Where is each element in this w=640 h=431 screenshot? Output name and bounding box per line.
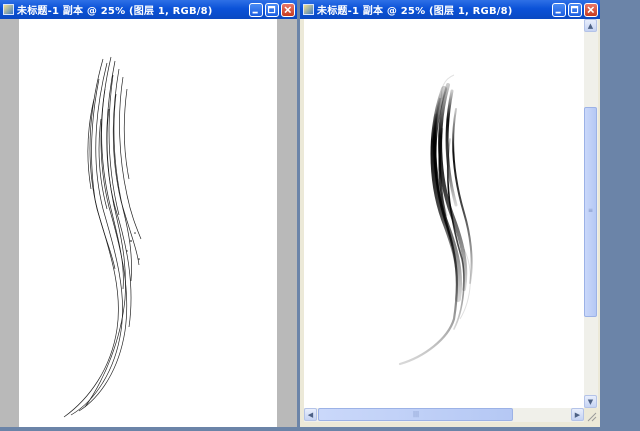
outline-strokes-art [63,56,142,418]
scroll-up-arrow-icon[interactable]: ▲ [584,19,597,32]
left-window-title: 未标题-1 副本 @ 25% (图层 1, RGB/8) [17,6,213,17]
close-icon[interactable] [281,2,295,17]
thumb-grip: ≡ [588,207,594,214]
minimize-icon[interactable] [249,2,263,17]
right-window-title: 未标题-1 副本 @ 25% (图层 1, RGB/8) [317,6,513,17]
scroll-down-arrow-icon[interactable]: ▼ [584,395,597,408]
thumb-grip: ||| [413,411,420,418]
photoshop-doc-icon [3,4,14,15]
right-title-bar[interactable]: 未标题-1 副本 @ 25% (图层 1, RGB/8) [300,0,600,19]
left-workspace [0,19,297,427]
photoshop-doc-icon [303,4,314,15]
left-document-window[interactable]: 未标题-1 副本 @ 25% (图层 1, RGB/8) [0,0,297,427]
close-icon[interactable] [584,2,598,17]
right-canvas[interactable] [304,19,584,408]
horizontal-scrollbar[interactable]: ◀ ||| ▶ [304,408,584,422]
scroll-left-arrow-icon[interactable]: ◀ [304,408,317,421]
horizontal-scroll-thumb[interactable]: ||| [318,408,513,421]
maximize-icon[interactable] [265,2,279,17]
scroll-right-arrow-icon[interactable]: ▶ [571,408,584,421]
right-document-window[interactable]: 未标题-1 副本 @ 25% (图层 1, RGB/8) ▲ ≡ ▼ ◀ |||… [300,0,600,427]
maximize-icon[interactable] [568,2,582,17]
vertical-scroll-thumb[interactable]: ≡ [584,107,597,317]
vertical-scrollbar[interactable]: ▲ ≡ ▼ [584,19,598,408]
left-title-bar[interactable]: 未标题-1 副本 @ 25% (图层 1, RGB/8) [0,0,297,19]
filled-strokes-art [398,74,473,366]
minimize-icon[interactable] [552,2,566,17]
left-canvas[interactable] [19,19,277,427]
resize-grip-icon[interactable] [584,408,598,422]
